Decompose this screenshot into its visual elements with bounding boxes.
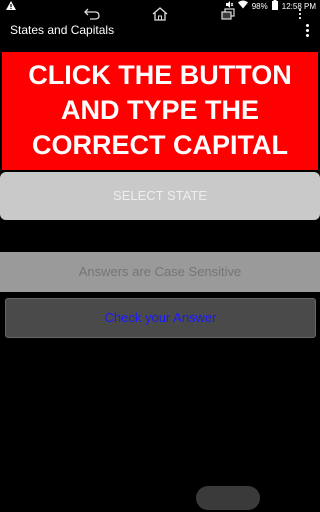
navigation-bar: [0, 484, 320, 512]
recent-apps-highlight: [196, 486, 260, 510]
battery-percent: 98%: [251, 1, 268, 11]
back-icon[interactable]: [80, 0, 104, 28]
recent-apps-icon[interactable]: [216, 0, 240, 28]
home-icon[interactable]: [148, 0, 172, 28]
battery-icon: [271, 0, 278, 13]
select-state-button[interactable]: SELECT STATE: [0, 172, 320, 220]
answer-input[interactable]: [0, 252, 320, 292]
instruction-banner: CLICK THE BUTTON AND TYPE THE CORRECT CA…: [2, 52, 318, 170]
check-answer-button[interactable]: Check your Answer: [5, 298, 316, 338]
notification-icon: [6, 1, 16, 12]
overflow-icon[interactable]: [292, 0, 308, 28]
